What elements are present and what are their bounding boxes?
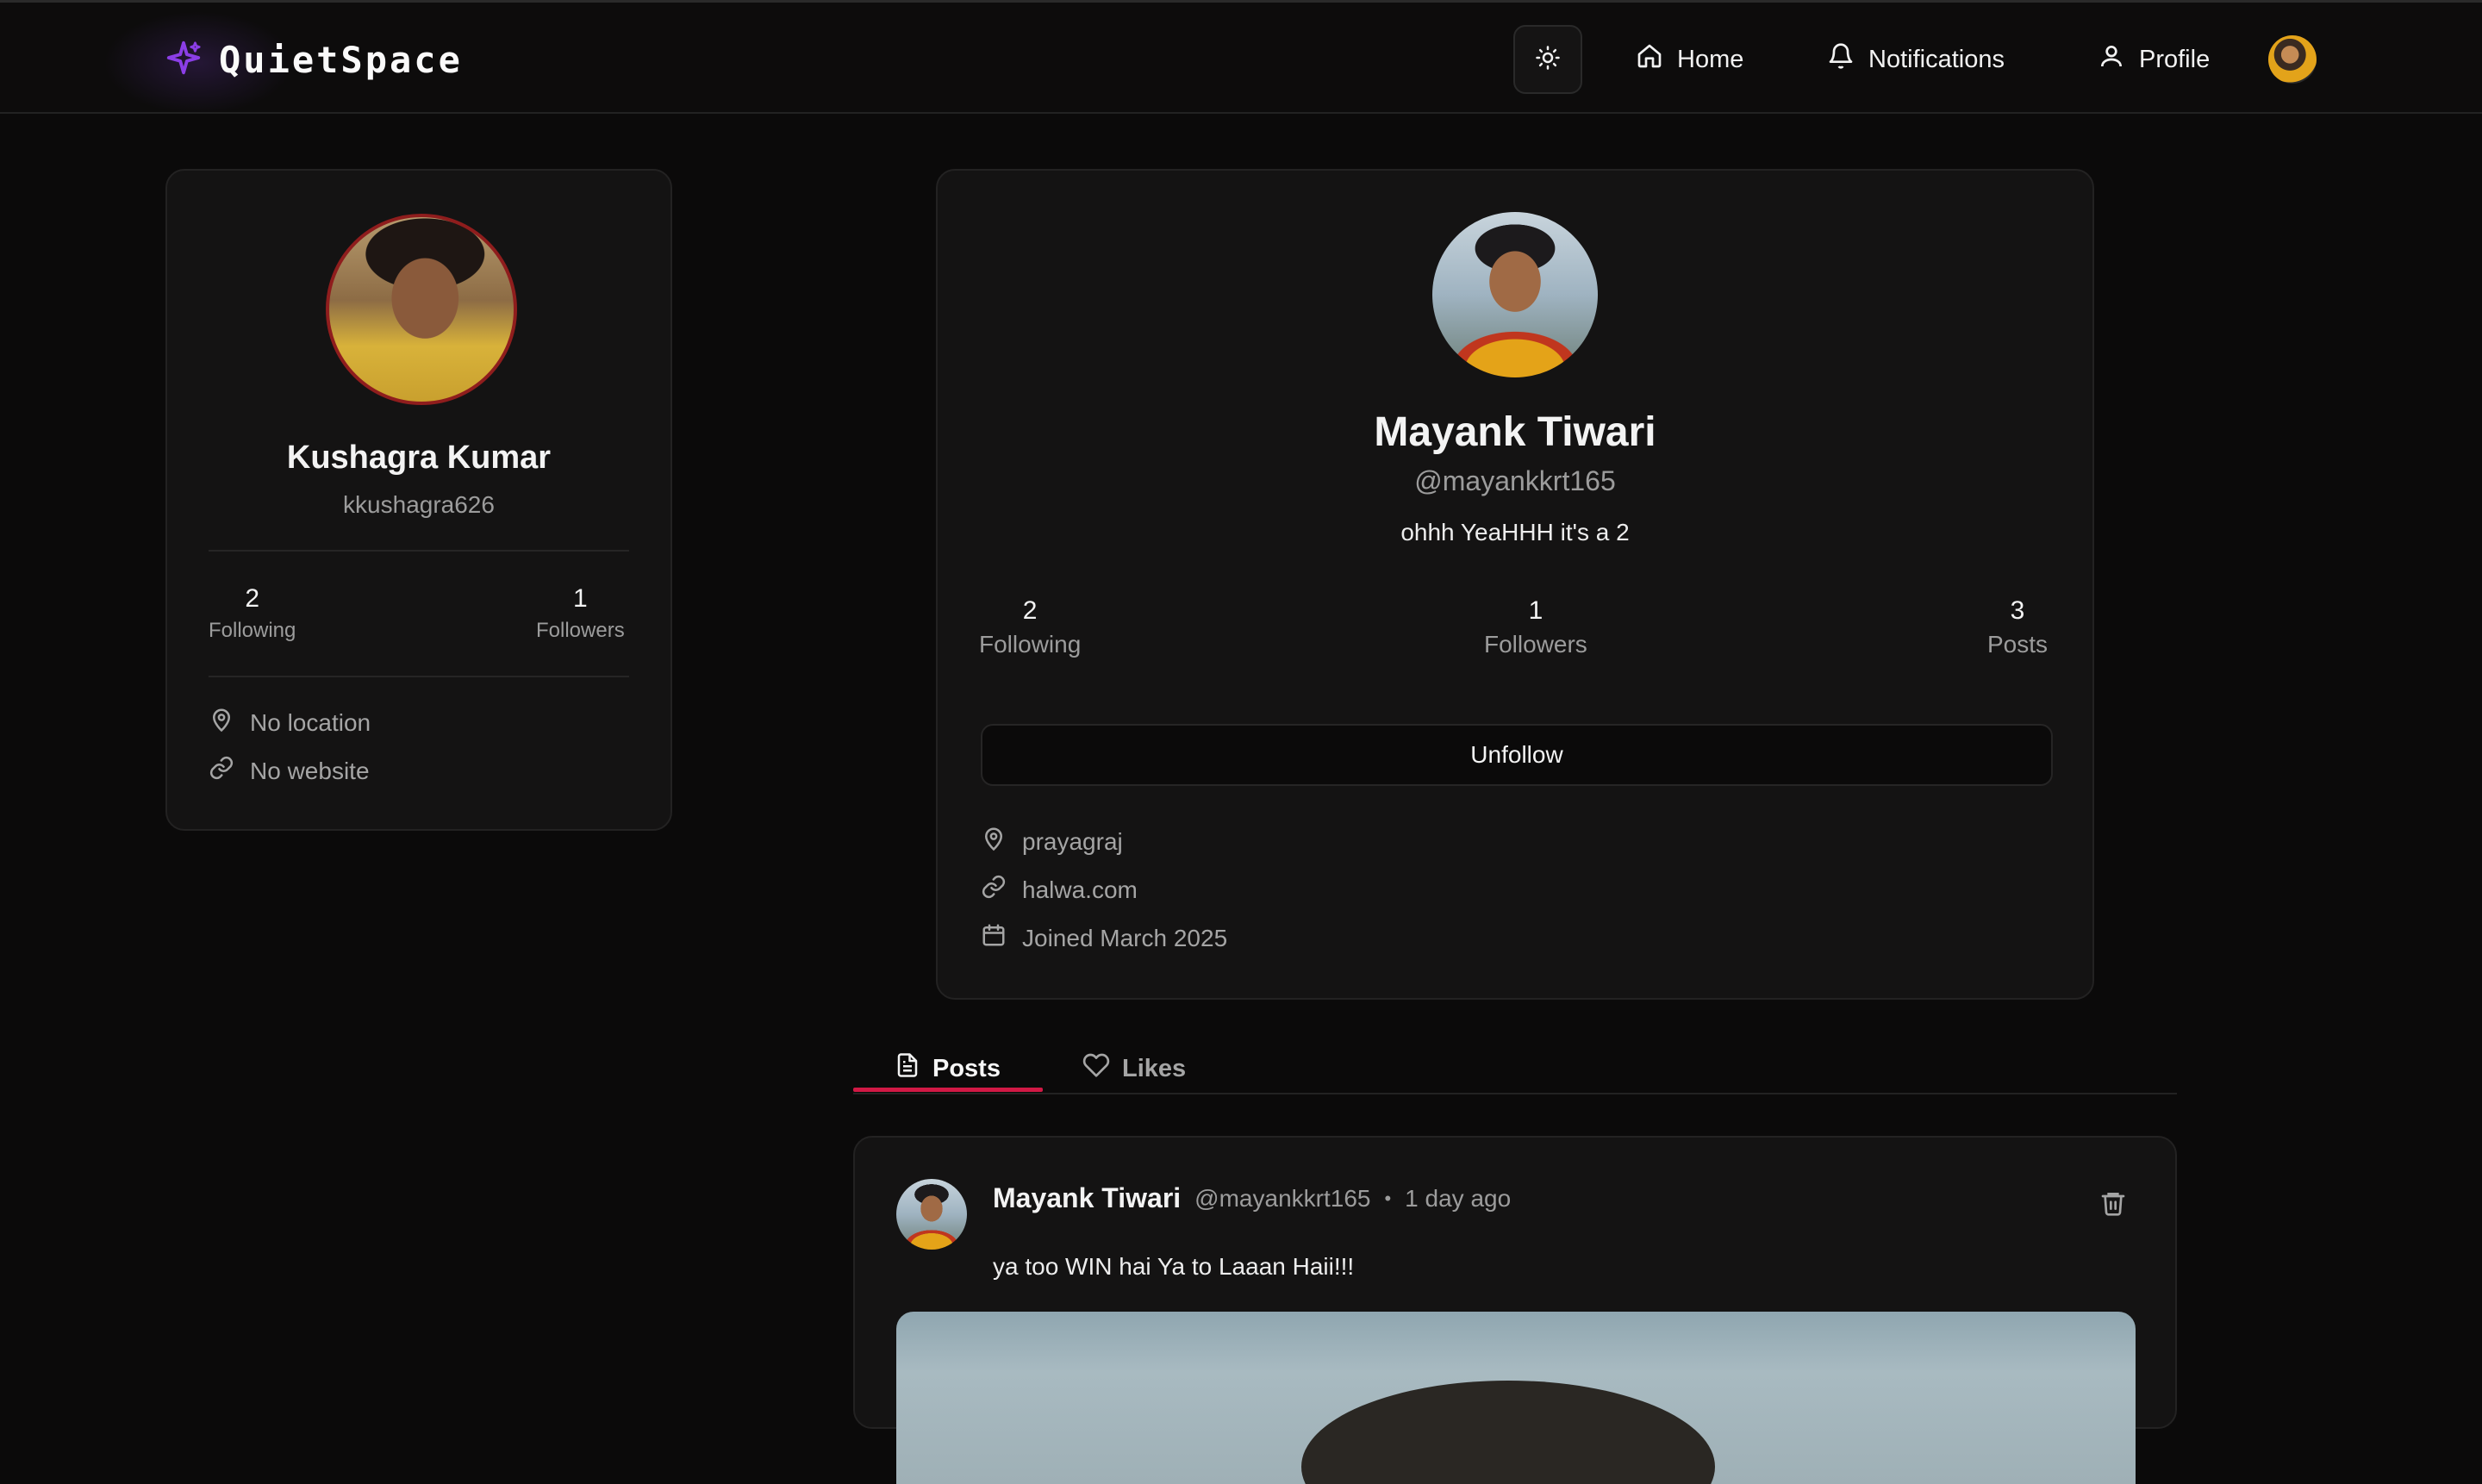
profile-handle: @mayankkrt165: [1414, 465, 1616, 496]
divider: [209, 676, 629, 677]
profile-avatar: [1432, 212, 1598, 377]
link-icon: [981, 874, 1007, 906]
nav-notifications[interactable]: Notifications: [1827, 34, 2005, 85]
sidebar-website-text: No website: [250, 757, 370, 784]
post-separator: •: [1384, 1187, 1392, 1209]
profile-location-text: prayagraj: [1022, 827, 1123, 855]
sidebar-following-stat: 2 Following: [209, 584, 296, 643]
tabs-divider: [853, 1093, 2177, 1094]
tab-likes[interactable]: Likes: [1082, 1044, 1186, 1093]
divider: [209, 550, 629, 552]
profile-posts-count: 3: [2010, 596, 2025, 625]
profile-name: Mayank Tiwari: [1374, 409, 1656, 455]
post-timestamp: 1 day ago: [1405, 1184, 1512, 1212]
link-icon: [209, 755, 234, 787]
file-text-icon: [895, 1052, 920, 1085]
nav-home-label: Home: [1677, 45, 1744, 73]
unfollow-button[interactable]: Unfollow: [981, 724, 2053, 786]
profile-joined: Joined March 2025: [981, 922, 1227, 954]
nav-profile[interactable]: Profile: [2098, 34, 2210, 85]
profile-following-label: Following: [979, 631, 1082, 658]
map-pin-icon: [981, 826, 1007, 857]
tab-posts[interactable]: Posts: [895, 1044, 1001, 1093]
sparkles-icon: [164, 38, 203, 82]
sun-icon: [1535, 45, 1561, 75]
map-pin-icon: [209, 707, 234, 739]
sidebar-following-label: Following: [209, 619, 296, 642]
profile-website[interactable]: halwa.com: [981, 874, 1138, 906]
profile-followers-label: Followers: [1484, 631, 1587, 658]
post-author-handle: @mayankkrt165: [1194, 1184, 1371, 1212]
brand-name: QuietSpace: [219, 38, 463, 81]
post-author-avatar[interactable]: [896, 1179, 967, 1250]
profile-following-stat: 2 Following: [979, 596, 1081, 658]
brand-link[interactable]: QuietSpace: [164, 34, 463, 85]
theme-toggle-button[interactable]: [1513, 25, 1582, 94]
post-image-subject: [1301, 1381, 1715, 1484]
nav-profile-label: Profile: [2139, 45, 2211, 73]
sidebar-user-card: Kushagra Kumar kkushagra626 2 Following …: [165, 169, 672, 831]
post-content: ya too WIN hai Ya to Laaan Haii!!!: [993, 1253, 1355, 1280]
profile-card: Mayank Tiwari @mayankkrt165 ohhh YeaHHH …: [936, 169, 2094, 1000]
user-icon: [2098, 42, 2125, 77]
nav-home[interactable]: Home: [1636, 34, 1743, 85]
profile-following-count: 2: [1022, 596, 1038, 625]
calendar-icon: [981, 922, 1007, 954]
sidebar-location: No location: [209, 707, 371, 739]
nav-notifications-label: Notifications: [1868, 45, 2005, 73]
sidebar-location-text: No location: [250, 708, 371, 736]
profile-posts-stat: 3 Posts: [1987, 596, 2048, 658]
post-card: Mayank Tiwari @mayankkrt165 • 1 day ago …: [853, 1136, 2177, 1484]
delete-post-button[interactable]: [2099, 1189, 2127, 1221]
sidebar-avatar[interactable]: [326, 214, 517, 405]
sidebar-followers-count: 1: [573, 584, 588, 613]
trash-icon: [2099, 1193, 2127, 1220]
user-avatar-button[interactable]: [2268, 35, 2317, 84]
post-image[interactable]: [896, 1312, 2136, 1484]
home-icon: [1636, 42, 1663, 77]
sidebar-followers-label: Followers: [536, 619, 625, 642]
top-navbar: QuietSpace Home Notifications Profile: [0, 0, 2482, 115]
sidebar-followers-stat: 1 Followers: [536, 584, 625, 643]
sidebar-user-name[interactable]: Kushagra Kumar: [167, 440, 670, 477]
profile-posts-label: Posts: [1987, 631, 2049, 658]
post-author-name[interactable]: Mayank Tiwari: [993, 1182, 1181, 1214]
profile-location: prayagraj: [981, 826, 1123, 857]
profile-followers-count: 1: [1528, 596, 1543, 625]
tab-posts-label: Posts: [932, 1054, 1001, 1082]
profile-website-link[interactable]: halwa.com: [1022, 876, 1138, 904]
sidebar-website: No website: [209, 755, 370, 787]
heart-icon: [1082, 1051, 1110, 1086]
profile-followers-stat: 1 Followers: [1484, 596, 1587, 658]
bell-icon: [1827, 42, 1855, 77]
active-tab-indicator: [853, 1088, 1043, 1092]
profile-bio: ohhh YeaHHH it's a 2: [1400, 519, 1630, 546]
profile-joined-text: Joined March 2025: [1022, 924, 1228, 951]
tab-likes-label: Likes: [1122, 1054, 1187, 1082]
sidebar-following-count: 2: [245, 584, 260, 613]
post-header: Mayank Tiwari @mayankkrt165 • 1 day ago: [993, 1182, 1511, 1214]
sidebar-username: kkushagra626: [343, 491, 495, 518]
